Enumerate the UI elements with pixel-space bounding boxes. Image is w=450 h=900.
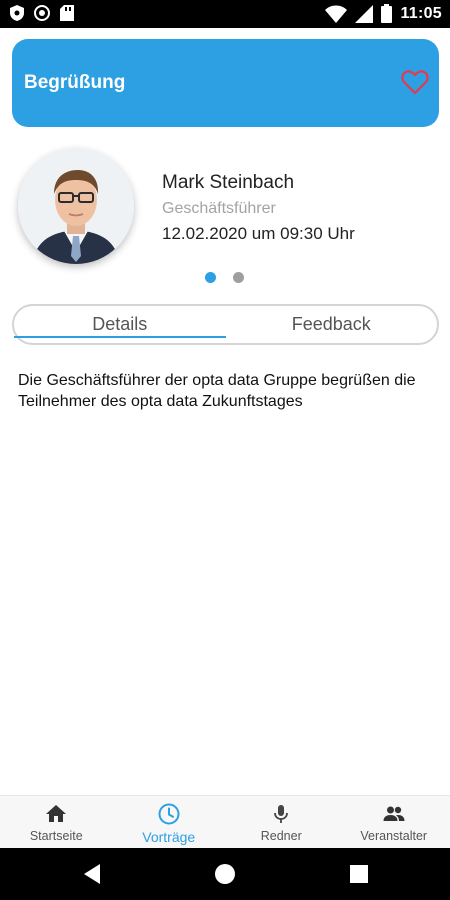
nav-startseite[interactable]: Startseite — [0, 796, 113, 848]
signal-icon — [355, 4, 374, 23]
heart-outline-icon[interactable] — [401, 69, 429, 95]
people-icon — [383, 806, 405, 821]
tab-feedback[interactable]: Feedback — [226, 306, 438, 343]
talk-datetime: 12.02.2020 um 09:30 Uhr — [162, 224, 355, 243]
microphone-icon — [274, 805, 289, 823]
nav-vortraege[interactable]: Vorträge — [113, 796, 226, 848]
tab-label: Feedback — [291, 314, 371, 334]
wifi-icon — [325, 5, 348, 23]
nav-label: Vorträge — [142, 829, 196, 845]
back-icon[interactable] — [81, 862, 105, 886]
speaker-role: Geschäftsführer — [162, 200, 276, 217]
clock-icon — [158, 803, 180, 825]
pager-dot[interactable] — [233, 272, 244, 283]
circle-icon — [34, 5, 50, 21]
status-time: 11:05 — [400, 4, 442, 22]
speaker-avatar[interactable] — [18, 148, 134, 264]
nav-veranstalter[interactable]: Veranstalter — [338, 796, 450, 848]
sd-card-icon — [60, 5, 74, 21]
talk-description: Die Geschäftsführer der opta data Gruppe… — [18, 372, 416, 410]
tab-details[interactable]: Details — [14, 306, 226, 343]
shield-icon — [10, 5, 24, 21]
recents-icon[interactable] — [347, 862, 371, 886]
home-circle-icon[interactable] — [213, 862, 237, 886]
nav-label: Redner — [260, 829, 302, 843]
talk-title: Begrüßung — [24, 72, 126, 93]
battery-icon — [381, 4, 393, 23]
bottom-navigation: Startseite Vorträge Redner Veranstalter — [0, 795, 450, 848]
system-navigation-bar — [0, 848, 450, 900]
home-icon — [46, 805, 67, 822]
nav-label: Startseite — [29, 829, 83, 843]
speaker-photo — [18, 148, 134, 264]
nav-label: Veranstalter — [360, 829, 428, 843]
pager-dot[interactable] — [205, 272, 216, 283]
status-bar: 11:05 — [0, 0, 450, 28]
talk-header-card: Begrüßung — [12, 39, 439, 127]
nav-redner[interactable]: Redner — [225, 796, 338, 848]
detail-tabs: Details Feedback — [12, 304, 439, 345]
speaker-name: Mark Steinbach — [162, 172, 295, 193]
tab-label: Details — [92, 314, 148, 334]
pager-indicator — [205, 272, 244, 283]
